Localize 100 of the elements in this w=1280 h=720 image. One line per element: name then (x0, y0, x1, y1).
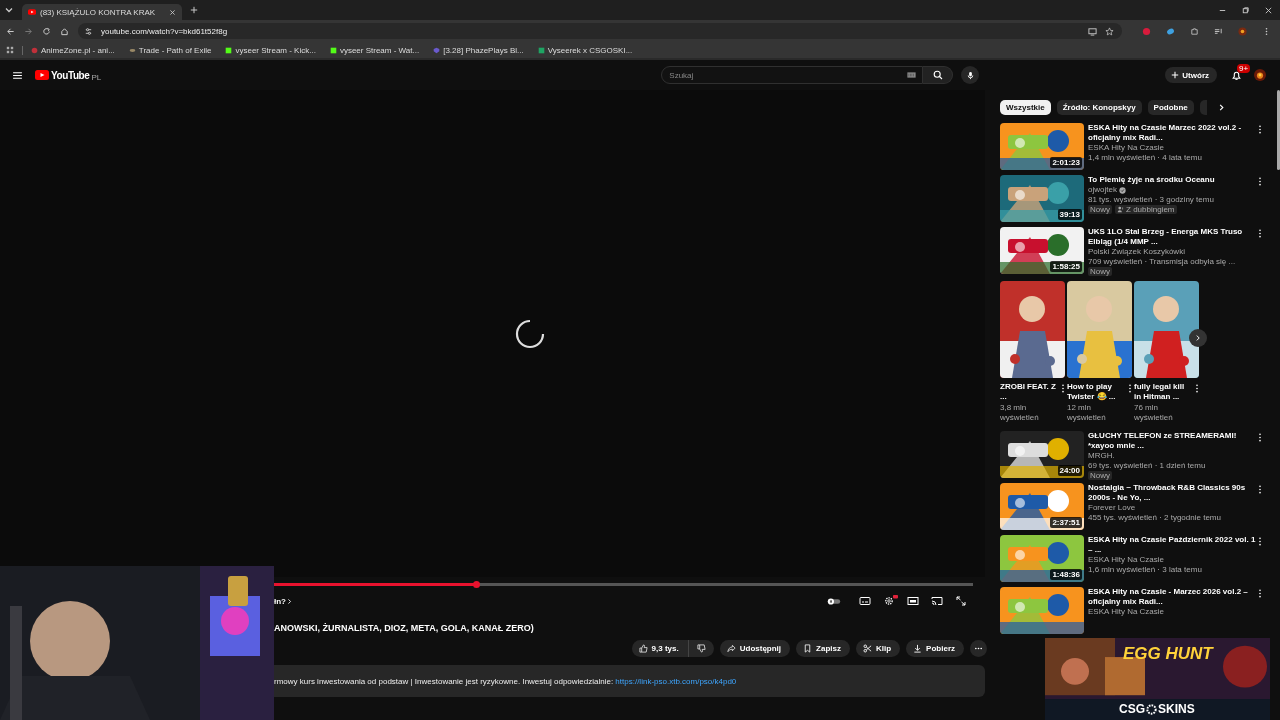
close-icon[interactable] (1264, 5, 1273, 15)
bell-icon[interactable] (1231, 69, 1242, 81)
channel-name[interactable]: ojwojtek (1088, 185, 1117, 195)
scrollbar[interactable] (1277, 90, 1280, 170)
more-icon[interactable] (1195, 384, 1199, 393)
channel-name[interactable]: ESKA Hity Na Czasie (1088, 555, 1165, 565)
share-button[interactable]: Udostępnij (719, 640, 791, 657)
short-title[interactable]: fully legal kill in Hitman ... (1134, 382, 1192, 402)
bookmark[interactable]: Trade - Path of Exile (128, 45, 212, 55)
scissors-icon (863, 644, 872, 653)
forward-icon[interactable] (24, 26, 33, 36)
video-meta: 81 tys. wyświetleń · 3 godziny temu (1088, 195, 1215, 205)
new-tab-icon[interactable] (190, 6, 198, 14)
more-icon[interactable] (1258, 125, 1262, 134)
tune-icon[interactable] (84, 26, 93, 36)
video-title[interactable]: GŁUCHY TELEFON ze STREAMERAMI! *xayoo mnie ... (1088, 431, 1256, 451)
home-icon[interactable] (60, 26, 69, 36)
restore-icon[interactable] (1241, 5, 1250, 15)
video-duration: 1:48:36 (1050, 569, 1082, 580)
short-views: 12 mln wyświetleń (1067, 403, 1107, 423)
save-button[interactable]: Zapisz (796, 640, 850, 657)
more-icon[interactable] (1258, 537, 1262, 546)
more-button[interactable] (970, 640, 987, 657)
search-button[interactable] (923, 66, 954, 84)
video-title[interactable]: ESKA Hity na Czasie - Marzec 2026 vol.2 – oficjalny mix Radi... (1088, 587, 1256, 607)
extension-icon[interactable] (1166, 26, 1175, 36)
short-title[interactable]: ZROBI FEAT. Z ... (1000, 382, 1058, 402)
chevron-right-icon[interactable] (286, 597, 293, 605)
video-duration: 1:58:25 (1050, 261, 1082, 272)
next-button[interactable] (1189, 329, 1207, 347)
more-icon[interactable] (1258, 177, 1262, 186)
back-icon[interactable] (6, 26, 15, 36)
progress-handle[interactable] (473, 581, 481, 588)
more-icon[interactable] (1258, 229, 1262, 238)
video-title[interactable]: To Plemię żyje na środku Oceanu (1088, 175, 1256, 185)
dislike-button[interactable] (688, 640, 714, 657)
filter-chip[interactable]: Źródło: Konopskyy (1056, 100, 1142, 115)
video-title[interactable]: ESKA Hity na Czasie Październik 2022 vol. 1 – ... (1088, 535, 1256, 555)
browser-tab[interactable]: (83) KSIĄŻULO KONTRA KRAK (22, 4, 182, 20)
profile-avatar-icon[interactable] (1238, 26, 1247, 36)
reload-icon[interactable] (42, 26, 51, 36)
filter-chip[interactable]: Podobne (1147, 100, 1194, 115)
apps-icon[interactable] (6, 46, 14, 54)
more-icon[interactable] (1258, 485, 1262, 494)
plus-icon (1171, 71, 1180, 79)
channel-name[interactable]: Forever Love (1088, 503, 1136, 513)
cast-icon[interactable] (931, 596, 943, 606)
settings-icon[interactable] (883, 596, 895, 606)
brand-name: SKINS (1158, 702, 1195, 716)
media-icon[interactable] (1214, 26, 1223, 36)
description-link[interactable]: https://link-pso.xtb.com/pso/k4pd0 (615, 676, 737, 686)
verified-icon (1118, 186, 1126, 194)
tab-list-icon[interactable] (4, 5, 14, 15)
search-field[interactable]: Szukaj (661, 66, 924, 84)
subtitles-icon[interactable] (859, 596, 871, 606)
miniplayer-icon[interactable] (907, 596, 919, 606)
description-panel[interactable]: rmowy kurs inwestowania od podstaw | Inwestowanie jest ryzykowne. Inwestuj odpowiedzialnie: https://link-pso.xtb.com/pso/k4pd0 (274, 665, 985, 697)
video-title[interactable]: UKS 1LO Stal Brzeg - Energa MKS Truso Elbląg (1/4 MMP ... (1088, 227, 1256, 247)
extension-icon[interactable] (1142, 26, 1151, 36)
channel-name[interactable]: Polski Związek Koszykówki (1088, 247, 1185, 257)
keyboard-icon[interactable] (907, 72, 917, 78)
clip-button[interactable]: Klip (856, 640, 901, 657)
avatar-icon[interactable] (1254, 69, 1266, 81)
download-button[interactable]: Pobierz (906, 640, 964, 657)
video-title[interactable]: ESKA Hity na Czasie Marzec 2022 vol.2 - oficjalny mix Radi... (1088, 123, 1256, 143)
bookmark[interactable]: vyseer Stream - Kick... (225, 45, 316, 55)
chapter-title[interactable]: łn? (274, 596, 286, 606)
bookmark-favicon-icon (225, 46, 233, 54)
close-icon[interactable] (169, 8, 176, 16)
fullscreen-icon[interactable] (955, 596, 967, 606)
install-app-icon[interactable] (1088, 26, 1097, 36)
video-title[interactable]: Nostalgia ~ Throwback R&B Classics 90s 2000s - Ne Yo, ... (1088, 483, 1256, 503)
autoplay-toggle-icon[interactable] (827, 596, 841, 606)
filter-chip[interactable]: Wszystkie (1000, 100, 1051, 115)
channel-name[interactable]: ESKA Hity Na Czasie (1088, 607, 1165, 617)
create-button[interactable]: Utwórz (1165, 67, 1217, 83)
video-meta: 1,6 mln wyświetleń · 3 lata temu (1088, 565, 1203, 575)
bookmark[interactable]: Vyseerek x CSGOSKI... (537, 45, 633, 55)
ad-banner[interactable]: EGG HUNT CSG SKINS (1045, 638, 1270, 720)
bookmark[interactable]: AnimeZone.pl - ani... (31, 45, 115, 55)
video-badge: Nowy (1088, 471, 1112, 480)
more-icon[interactable] (1061, 384, 1065, 393)
person-icon (1117, 206, 1124, 213)
bookmark-favicon-icon (537, 46, 545, 54)
video-badge: Z dubbingiem (1115, 205, 1177, 214)
bookmark[interactable]: [3.28] PhazePlays Bl... (433, 45, 524, 55)
bookmark[interactable]: vyseer Stream - Wat... (329, 45, 420, 55)
short-title[interactable]: How to play Twister 😂 ... (1067, 382, 1125, 402)
channel-name[interactable]: ESKA Hity Na Czasie (1088, 143, 1165, 153)
puzzle-icon[interactable] (1190, 26, 1199, 36)
more-icon[interactable] (1258, 589, 1262, 598)
video-duration: 2:01:23 (1050, 157, 1082, 168)
channel-name[interactable]: MRGH. (1088, 451, 1115, 461)
more-icon[interactable] (1128, 384, 1132, 393)
menu-icon[interactable] (12, 69, 23, 81)
voice-search-button[interactable] (961, 66, 980, 84)
address-bar[interactable]: youtube.com/watch?v=bkd61t52f8g (78, 23, 1122, 39)
like-button[interactable]: 9,3 tys. (631, 640, 689, 657)
star-icon[interactable] (1105, 26, 1114, 36)
more-icon[interactable] (1258, 433, 1262, 442)
